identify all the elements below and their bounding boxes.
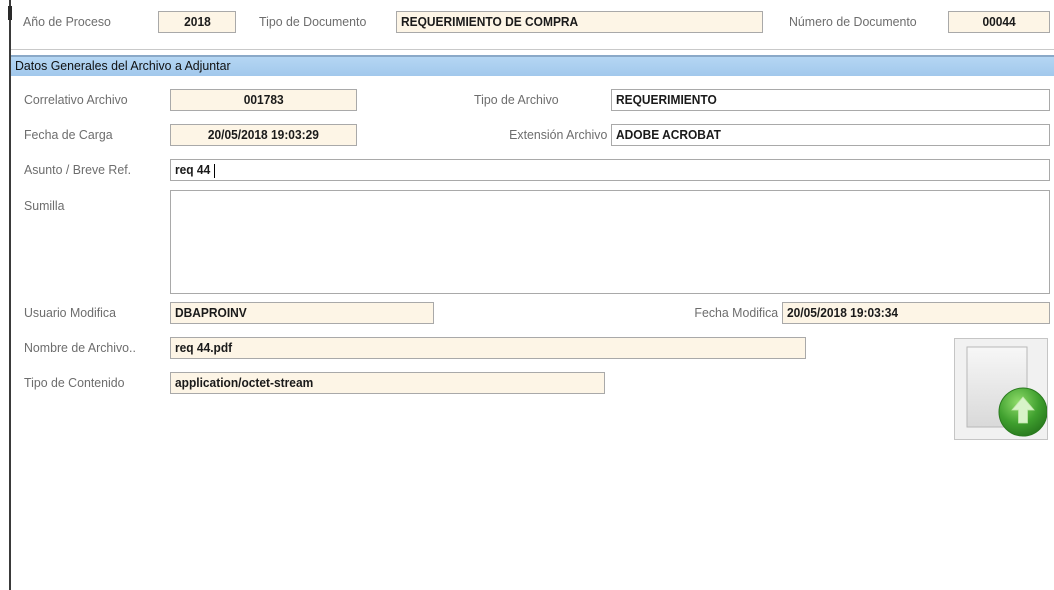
anio-proceso-field[interactable]: 2018 xyxy=(158,11,236,33)
fecha-modifica-field[interactable]: 20/05/2018 19:03:34 xyxy=(782,302,1050,324)
correlativo-archivo-field[interactable]: 001783 xyxy=(170,89,357,111)
nombre-archivo-label: Nombre de Archivo.. xyxy=(24,340,136,355)
section-header: Datos Generales del Archivo a Adjuntar xyxy=(11,55,1054,76)
asunto-label: Asunto / Breve Ref. xyxy=(24,162,132,177)
sumilla-textarea[interactable] xyxy=(170,190,1050,294)
fecha-modifica-label: Fecha Modifica xyxy=(694,305,778,320)
window-left-border xyxy=(9,0,11,590)
upload-file-icon xyxy=(966,346,1048,437)
fecha-carga-label: Fecha de Carga xyxy=(24,127,113,142)
fecha-carga-field[interactable]: 20/05/2018 19:03:29 xyxy=(170,124,357,146)
window-left-border-marker xyxy=(8,6,12,20)
tipo-documento-label: Tipo de Documento xyxy=(259,14,367,29)
numero-documento-label: Número de Documento xyxy=(789,14,917,29)
nombre-archivo-field[interactable]: req 44.pdf xyxy=(170,337,806,359)
anio-proceso-label: Año de Proceso xyxy=(23,14,111,29)
text-caret xyxy=(214,163,216,178)
tipo-contenido-field[interactable]: application/octet-stream xyxy=(170,372,605,394)
tipo-archivo-label: Tipo de Archivo xyxy=(474,92,559,107)
sumilla-label: Sumilla xyxy=(24,198,65,213)
usuario-modifica-field[interactable]: DBAPROINV xyxy=(170,302,434,324)
correlativo-archivo-label: Correlativo Archivo xyxy=(24,92,128,107)
usuario-modifica-label: Usuario Modifica xyxy=(24,305,116,320)
numero-documento-field[interactable]: 00044 xyxy=(948,11,1050,33)
extension-archivo-label: Extensión Archivo xyxy=(508,127,607,142)
tipo-contenido-label: Tipo de Contenido xyxy=(24,375,125,390)
upload-file-button[interactable] xyxy=(954,338,1048,440)
header-divider xyxy=(11,49,1054,50)
tipo-archivo-field[interactable]: REQUERIMIENTO xyxy=(611,89,1050,111)
extension-archivo-field[interactable]: ADOBE ACROBAT xyxy=(611,124,1050,146)
asunto-input[interactable]: req 44 xyxy=(170,159,1050,181)
tipo-documento-field[interactable]: REQUERIMIENTO DE COMPRA xyxy=(396,11,763,33)
